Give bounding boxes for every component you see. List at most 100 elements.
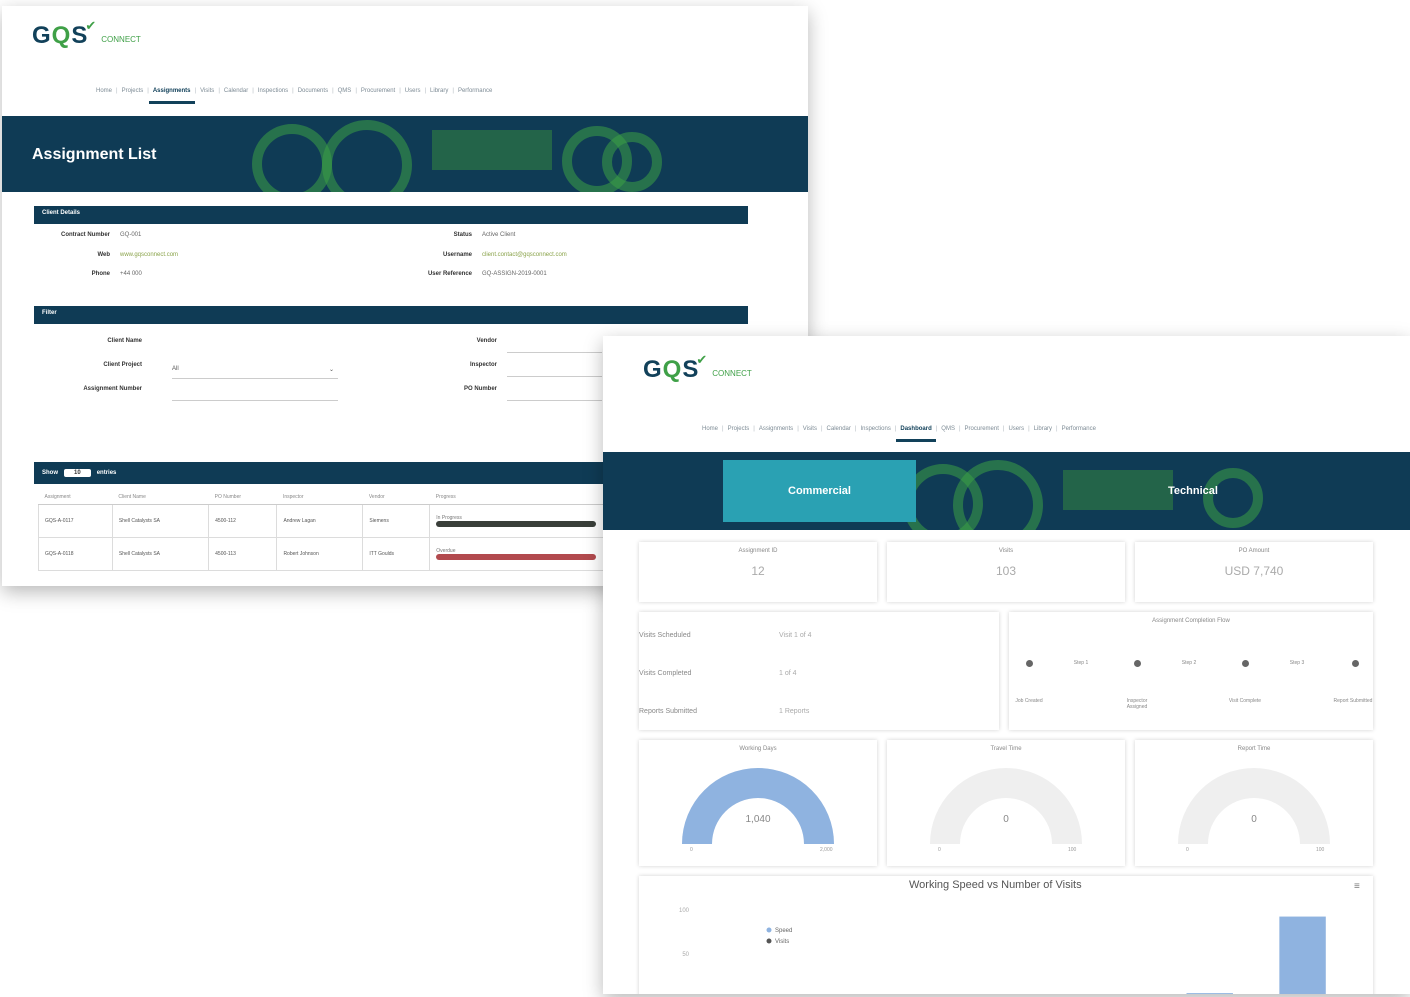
nav-item-visits[interactable]: Visits — [799, 426, 821, 432]
chart-bar[interactable] — [1186, 993, 1233, 994]
nav-item-dashboard[interactable]: Dashboard — [896, 426, 937, 442]
gauge: 1,040 0 2,000 — [682, 768, 834, 853]
gauge-card: Travel Time 0 0 100 — [887, 740, 1125, 866]
tab-commercial[interactable]: Commercial — [723, 460, 916, 522]
logo-text: GQS — [32, 22, 89, 49]
logo-sub: CONNECT — [712, 369, 752, 378]
y-tick-label: 100 — [679, 908, 690, 914]
gauge-track — [1178, 768, 1330, 844]
step-connector: Step 2 — [1181, 660, 1197, 666]
info-row: Username client.contact@gqsconnect.com — [442, 252, 567, 258]
tab-technical[interactable]: Technical — [1123, 460, 1263, 522]
web-link[interactable]: www.gqsconnect.com — [120, 252, 178, 258]
table-cell: Andrew Lagan — [276, 504, 364, 538]
nav-item-home[interactable]: Home — [698, 426, 722, 432]
nav-item-projects[interactable]: Projects — [724, 426, 754, 432]
gauge-track — [930, 768, 1082, 844]
column-header[interactable]: Inspector — [276, 490, 363, 505]
gauge: 0 0 100 — [1178, 768, 1330, 853]
nav-item-library[interactable]: Library — [426, 88, 452, 94]
gauge: 0 0 100 — [930, 768, 1082, 853]
gauge-max: 100 — [1068, 847, 1077, 852]
nav-item-inspections[interactable]: Inspections — [856, 426, 894, 432]
info-row: Web www.gqsconnect.com — [97, 252, 179, 258]
step-dot — [1352, 660, 1359, 667]
table-cell: 4500-113 — [208, 537, 278, 571]
page-size-select[interactable]: 10 — [64, 469, 91, 477]
info-row: Visits Completed 1 of 4 — [639, 670, 797, 677]
menu-icon[interactable]: ≡ — [1354, 881, 1360, 892]
po-number-input[interactable] — [507, 390, 602, 401]
table-cell: Shell Catalysts SA — [111, 537, 210, 571]
step-dot — [1026, 660, 1033, 667]
progress-bar — [436, 554, 597, 560]
workflow-title: Assignment Completion Flow — [1152, 618, 1230, 624]
nav-item-performance[interactable]: Performance — [1058, 426, 1100, 432]
column-header[interactable]: Assignment — [38, 490, 113, 505]
table-cell: 4500-112 — [208, 504, 278, 538]
nav-item-users[interactable]: Users — [401, 88, 425, 94]
gauge-value: 0 — [1251, 814, 1257, 825]
legend-marker[interactable] — [766, 927, 772, 933]
nav-item-calendar[interactable]: Calendar — [823, 426, 855, 432]
legend-label[interactable]: Visits — [775, 939, 789, 945]
column-header[interactable]: PO Number — [208, 490, 277, 505]
nav-item-performance[interactable]: Performance — [454, 88, 496, 94]
info-row: Reports Submitted 1 Reports — [639, 708, 810, 715]
gqs-logo[interactable]: GQS ✔ CONNECT — [32, 18, 141, 50]
vendor-input[interactable] — [507, 342, 602, 353]
nav-item-qms[interactable]: QMS — [937, 426, 959, 432]
info-row: Contract Number GQ-001 — [60, 232, 142, 238]
kpi-card: Visits 103 — [887, 542, 1125, 602]
table-cell: Siemens — [362, 504, 431, 538]
kpi-card: PO Amount USD 7,740 — [1135, 542, 1373, 602]
nav-item-inspections[interactable]: Inspections — [254, 88, 292, 94]
workflow-card: Assignment Completion Flow — [1009, 612, 1373, 730]
gauge-card: Report Time 0 0 100 — [1135, 740, 1373, 866]
gauge-min: 0 — [938, 847, 941, 852]
nav-item-visits[interactable]: Visits — [196, 88, 218, 94]
legend-marker[interactable] — [766, 938, 772, 944]
gauge-fill — [682, 768, 834, 844]
gqs-logo[interactable]: GQS ✔ CONNECT — [643, 352, 752, 384]
table-cell: Shell Catalysts SA — [111, 504, 210, 538]
inspector-input[interactable] — [507, 366, 602, 377]
assignment-number-input[interactable] — [172, 390, 338, 401]
step-label: Job Created — [1015, 698, 1043, 704]
logo-sub: CONNECT — [101, 35, 141, 44]
nav-item-calendar[interactable]: Calendar — [220, 88, 252, 94]
nav-item-users[interactable]: Users — [1004, 426, 1028, 432]
step-connector: Step 1 — [1073, 660, 1089, 666]
dashboard-banner: Commercial Technical — [603, 452, 1410, 530]
step-label: Visit Complete — [1228, 698, 1262, 704]
email-link[interactable]: client.contact@gqsconnect.com — [482, 252, 567, 258]
nav-item-procurement[interactable]: Procurement — [357, 88, 399, 94]
gauge-min: 0 — [1186, 847, 1189, 852]
nav-item-qms[interactable]: QMS — [334, 88, 356, 94]
nav-item-assignments[interactable]: Assignments — [148, 88, 195, 104]
nav-item-library[interactable]: Library — [1030, 426, 1056, 432]
table-cell: GQS-A-0118 — [38, 537, 113, 571]
legend-label[interactable]: Speed — [775, 928, 792, 934]
table-cell: GQS-A-0117 — [38, 504, 113, 538]
column-header[interactable]: Client Name — [112, 490, 209, 505]
nav-item-assignments[interactable]: Assignments — [755, 426, 797, 432]
nav-item-procurement[interactable]: Procurement — [961, 426, 1003, 432]
kpi-card: Assignment ID 12 — [639, 542, 877, 602]
progress-bar — [436, 521, 597, 527]
info-row: Status Active Client — [453, 232, 516, 238]
bar-chart: 100500SpeedVisits — [679, 908, 1326, 994]
table-cell: ITT Goulds — [362, 537, 431, 571]
page-banner: Assignment List — [2, 116, 808, 192]
filter-header: Filter — [34, 306, 748, 324]
nav-item-home[interactable]: Home — [92, 88, 116, 94]
column-header[interactable]: Vendor — [362, 490, 430, 505]
chart-bar[interactable] — [1279, 916, 1326, 994]
chart-title: Working Speed vs Number of Visits — [909, 879, 1082, 891]
dashboard-screenshot: GQS ✔ CONNECT Home | Projects | Assignments |… — [603, 336, 1410, 994]
nav-item-documents[interactable]: Documents — [294, 88, 332, 94]
client-project-select[interactable]: All ⌄ — [172, 366, 338, 379]
table-cell: Robert Johnson — [276, 537, 364, 571]
main-nav: Home | Projects | Assignments | Visits | Calenda… — [698, 426, 1100, 442]
nav-item-projects[interactable]: Projects — [118, 88, 148, 94]
